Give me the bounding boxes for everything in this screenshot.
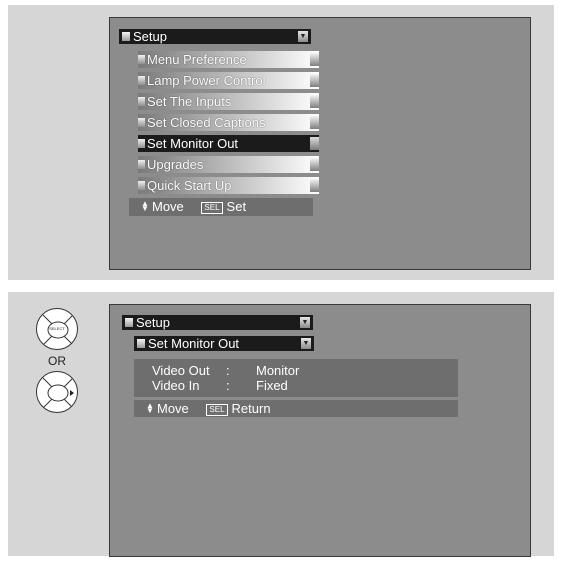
menu-item-set-the-inputs[interactable]: Set The Inputs (138, 93, 319, 110)
item-tab-icon (138, 181, 145, 190)
setting-value: Monitor (256, 363, 300, 378)
menu-item-label: Quick Start Up (147, 178, 232, 193)
bottom-footer-hint: ▲ ▼ Move SEL Return (134, 400, 458, 417)
item-end-icon (310, 116, 319, 129)
menu-item-upgrades[interactable]: Upgrades (138, 156, 319, 173)
menu-item-quick-start-up[interactable]: Quick Start Up (138, 177, 319, 194)
move-hint-label: Move (157, 401, 189, 416)
header-tab-icon (137, 339, 145, 348)
menu-item-lamp-power-control[interactable]: Lamp Power Control (138, 72, 319, 89)
setting-separator: : (226, 378, 230, 393)
set-monitor-out-header[interactable]: Set Monitor Out ▼ (134, 336, 314, 351)
menu-item-label: Set Monitor Out (147, 136, 239, 151)
return-hint-label: Return (231, 401, 271, 416)
dropdown-arrow-icon[interactable]: ▼ (300, 317, 310, 328)
menu-item-label: Set Closed Captions (147, 115, 266, 130)
menu-item-set-monitor-out[interactable]: Set Monitor Out (138, 135, 319, 152)
setup-header[interactable]: Setup ▼ (119, 29, 311, 44)
item-tab-icon (138, 76, 145, 85)
item-end-icon (310, 95, 319, 108)
item-tab-icon (138, 97, 145, 106)
top-screen: Setup ▼ Menu Preference Lamp Power Contr… (109, 17, 531, 270)
menu-item-label: Set The Inputs (147, 94, 232, 109)
set-monitor-out-label: Set Monitor Out (148, 336, 240, 351)
item-tab-icon (138, 118, 145, 127)
remote-select-button[interactable]: SELECT (36, 308, 78, 350)
item-tab-icon (138, 55, 145, 64)
dropdown-arrow-icon[interactable]: ▼ (298, 31, 308, 42)
move-arrows-icon: ▲ ▼ (141, 199, 149, 213)
item-end-icon (310, 74, 319, 87)
select-button-label: SELECT (49, 326, 65, 331)
setup-header[interactable]: Setup ▼ (122, 315, 313, 330)
right-arrow-button-icon (42, 377, 74, 409)
setting-label: Video Out (152, 363, 210, 378)
top-footer-hint: ▲ ▼ Move SEL Set (129, 198, 313, 216)
item-end-icon (310, 158, 319, 171)
sel-key-badge: SEL (201, 202, 223, 214)
or-label: OR (48, 354, 66, 368)
menu-item-set-closed-captions[interactable]: Set Closed Captions (138, 114, 319, 131)
item-end-icon (310, 53, 319, 66)
set-hint-label: Set (226, 199, 247, 214)
item-tab-icon (138, 160, 145, 169)
move-hint-label: Move (152, 199, 184, 214)
setup-header-label: Setup (133, 29, 167, 44)
setup-header-label: Setup (136, 315, 170, 330)
menu-item-label: Lamp Power Control (147, 73, 266, 88)
setting-label: Video In (152, 378, 200, 393)
bottom-screen: Setup ▼ Set Monitor Out ▼ Video Out : Mo… (109, 304, 531, 557)
sel-key-badge: SEL (206, 404, 228, 416)
menu-item-label: Upgrades (147, 157, 204, 172)
dropdown-arrow-icon[interactable]: ▼ (301, 338, 311, 349)
setting-value: Fixed (256, 378, 288, 393)
menu-item-label: Menu Preference (147, 52, 247, 67)
monitor-out-settings: Video Out : Monitor Video In : Fixed (134, 359, 458, 397)
setting-separator: : (226, 363, 230, 378)
menu-item-menu-preference[interactable]: Menu Preference (138, 51, 319, 68)
header-tab-icon (125, 318, 133, 327)
item-submenu-arrow-icon (310, 137, 319, 150)
header-tab-icon (122, 32, 130, 41)
remote-right-button[interactable] (36, 371, 78, 413)
item-tab-icon (138, 139, 145, 148)
move-arrows-icon: ▲ ▼ (146, 401, 154, 415)
item-end-icon (310, 179, 319, 192)
